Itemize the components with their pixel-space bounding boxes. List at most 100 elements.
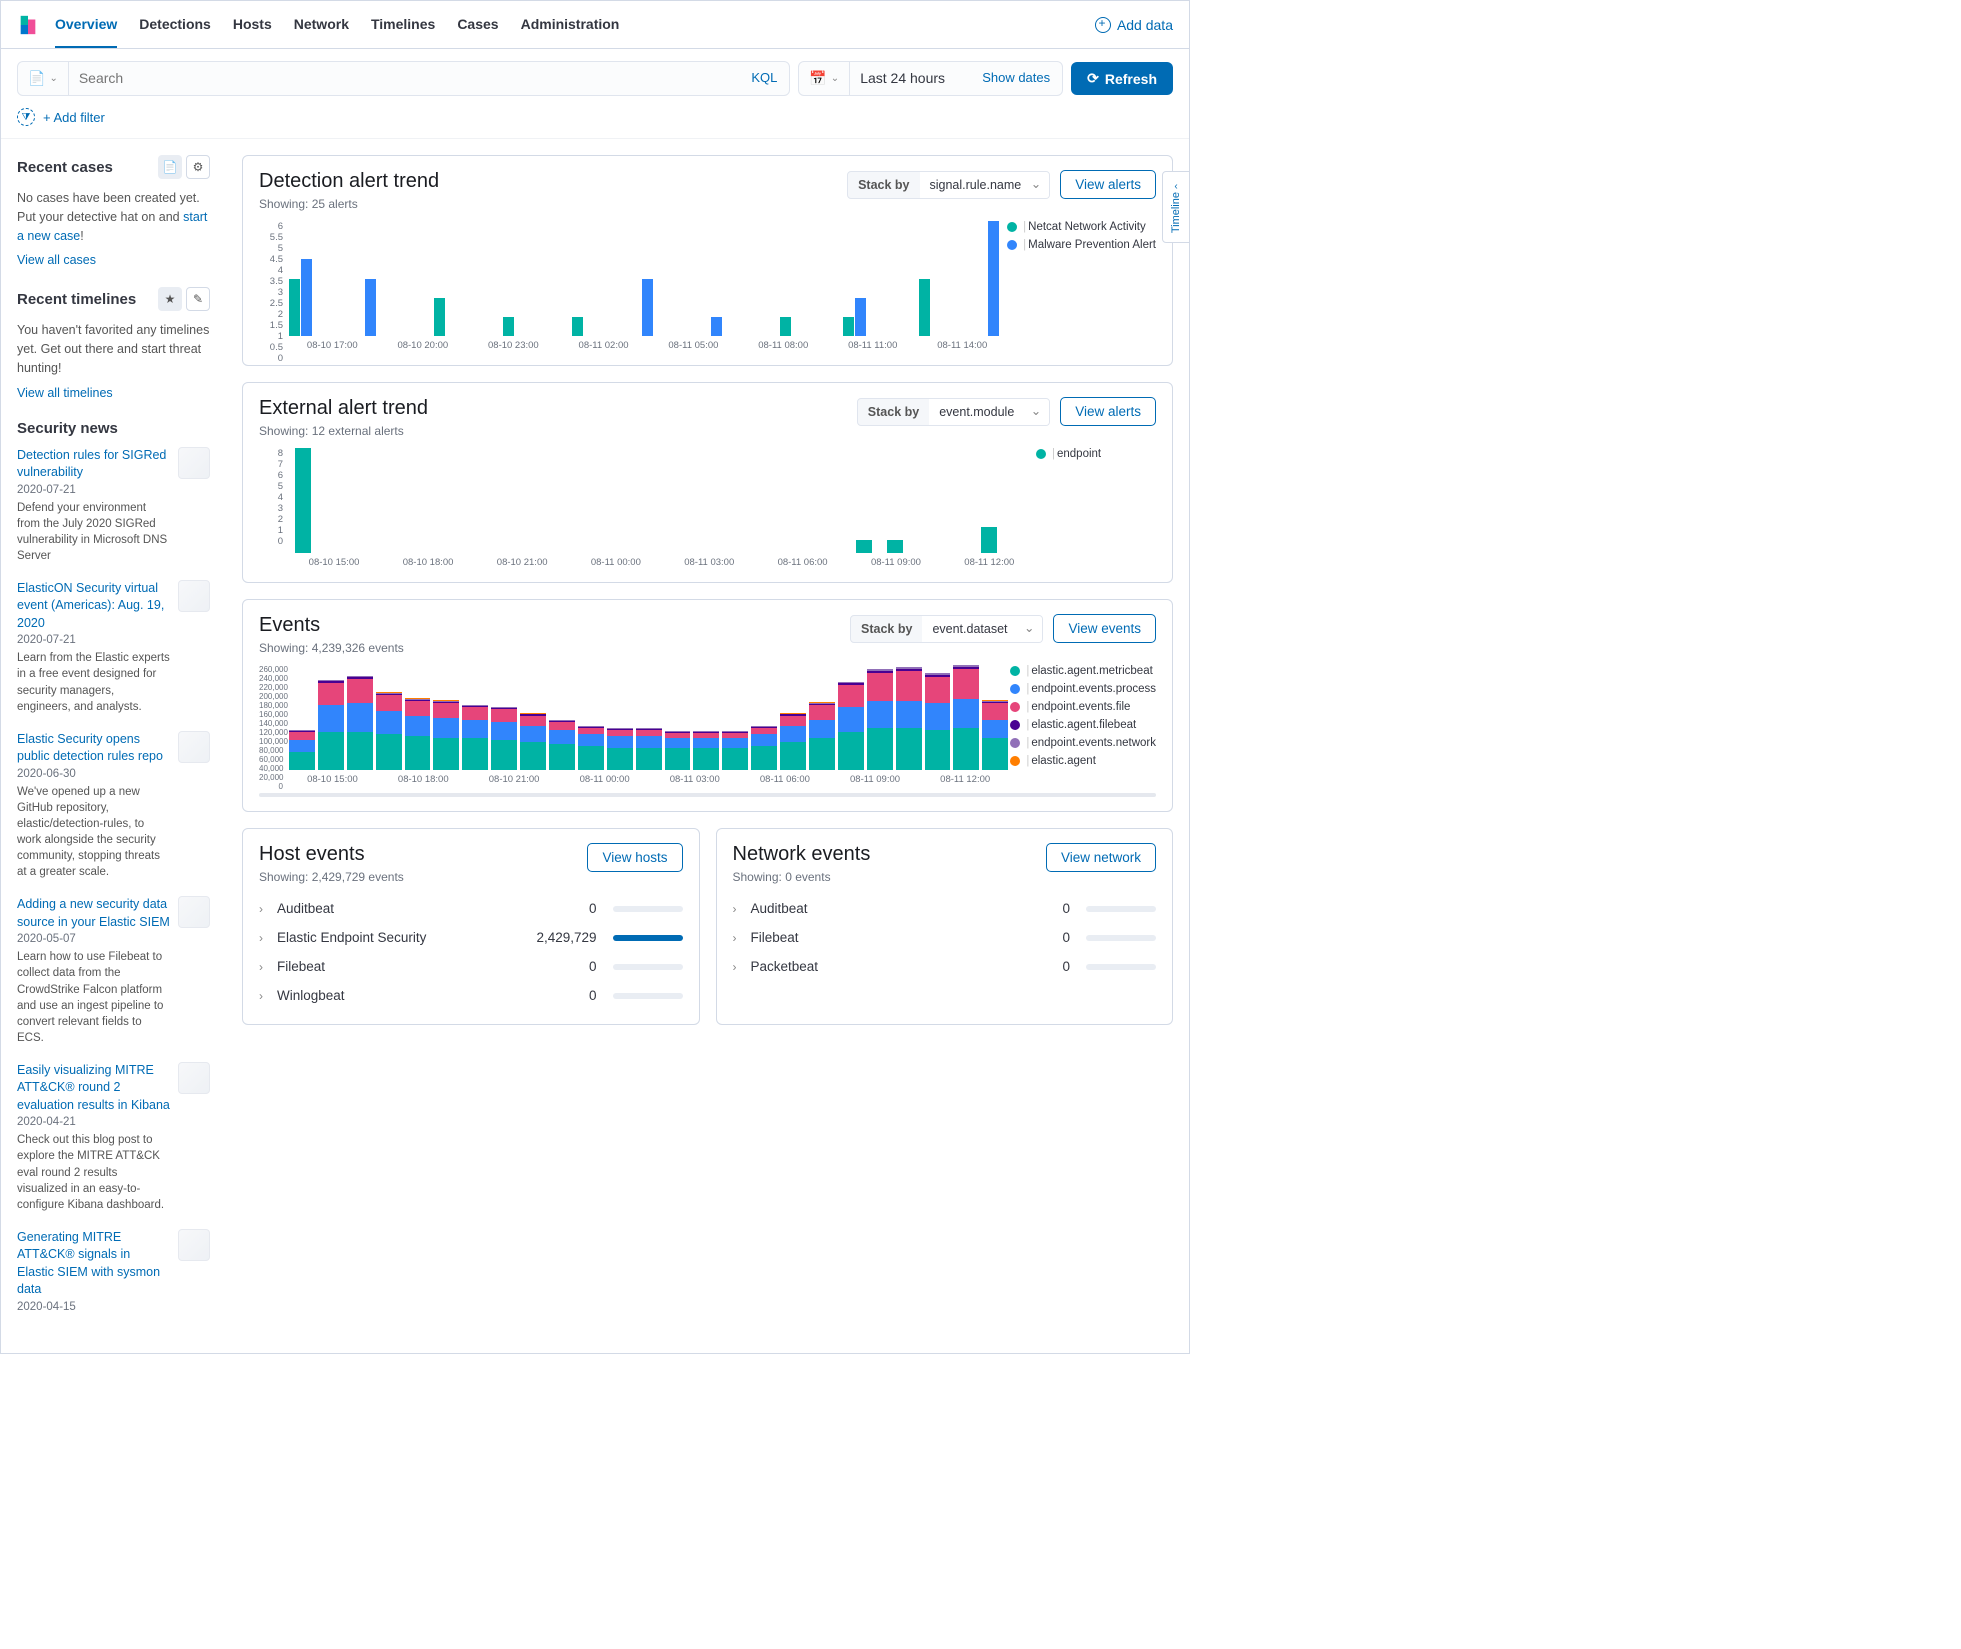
security-news-title: Security news [17,420,118,437]
chevron-right-icon: › [733,931,743,945]
recent-cases-title: Recent cases [17,159,113,176]
news-link[interactable]: Elastic Security opens public detection … [17,731,170,766]
source-row[interactable]: › Filebeat 0 [733,923,1157,952]
filter-options-icon[interactable]: ⧩ [17,108,35,126]
legend-item[interactable]: |endpoint [1036,448,1156,460]
tab-administration[interactable]: Administration [521,2,620,48]
news-link[interactable]: Detection rules for SIGRed vulnerability [17,447,170,482]
source-row[interactable]: › Auditbeat 0 [259,894,683,923]
news-thumbnail [178,1229,210,1261]
plus-circle-icon [1095,17,1111,33]
view-events-button[interactable]: View events [1053,614,1156,643]
view-network-button[interactable]: View network [1046,843,1156,872]
detection-stackby-select[interactable]: signal.rule.name [920,172,1050,198]
news-item: ElasticON Security virtual event (Americ… [17,580,210,715]
view-all-timelines-link[interactable]: View all timelines [17,386,210,400]
news-item: Detection rules for SIGRed vulnerability… [17,447,210,564]
network-events-panel: Network events Showing: 0 events View ne… [716,828,1174,1025]
progress-bar [613,993,683,999]
tab-overview[interactable]: Overview [55,2,117,48]
refresh-button[interactable]: ⟳Refresh [1071,62,1173,95]
news-item: Easily visualizing MITRE ATT&CK® round 2… [17,1062,210,1213]
add-filter-button[interactable]: + Add filter [43,110,105,125]
chevron-right-icon: › [259,902,269,916]
legend-item[interactable]: |Malware Prevention Alert [1007,239,1156,251]
time-range-button[interactable]: Last 24 hours [850,62,970,95]
news-link[interactable]: Easily visualizing MITRE ATT&CK® round 2… [17,1062,170,1115]
search-input[interactable] [69,62,740,95]
legend-item[interactable]: |endpoint.events.process [1010,683,1156,695]
source-row[interactable]: › Winlogbeat 0 [259,981,683,1010]
chevron-right-icon: › [259,931,269,945]
detection-subtitle: Showing: 25 alerts [259,197,439,211]
news-thumbnail [178,1062,210,1094]
source-row[interactable]: › Filebeat 0 [259,952,683,981]
chevron-right-icon: › [259,960,269,974]
view-all-cases-link[interactable]: View all cases [17,253,210,267]
news-link[interactable]: Adding a new security data source in you… [17,896,170,931]
chevron-right-icon: › [733,902,743,916]
news-link[interactable]: ElasticON Security virtual event (Americ… [17,580,170,633]
detection-title: Detection alert trend [259,170,439,193]
external-title: External alert trend [259,397,428,420]
events-subtitle: Showing: 4,239,326 events [259,641,404,655]
legend-item[interactable]: |elastic.agent.filebeat [1010,719,1156,731]
source-row[interactable]: › Elastic Endpoint Security 2,429,729 [259,923,683,952]
recent-cases-text: No cases have been created yet. Put your… [17,189,210,245]
events-panel: Events Showing: 4,239,326 events Stack b… [242,599,1173,812]
recent-timelines-text: You haven't favorited any timelines yet.… [17,321,210,377]
progress-bar [1086,964,1156,970]
host-events-panel: Host events Showing: 2,429,729 events Vi… [242,828,700,1025]
legend-item[interactable]: |Netcat Network Activity [1007,221,1156,233]
events-title: Events [259,614,404,637]
date-quick-button[interactable]: 📅⌄ [799,62,850,95]
external-trend-panel: External alert trend Showing: 12 externa… [242,382,1173,583]
news-link[interactable]: Generating MITRE ATT&CK® signals in Elas… [17,1229,170,1299]
app-logo-icon [17,14,39,36]
news-item: Elastic Security opens public detection … [17,731,210,881]
kql-button[interactable]: KQL [739,62,789,95]
refresh-icon: ⟳ [1087,70,1099,87]
tab-cases[interactable]: Cases [457,2,498,48]
news-thumbnail [178,731,210,763]
chevron-right-icon: › [733,960,743,974]
cases-config-icon[interactable]: ⚙ [186,155,210,179]
edit-icon[interactable]: ✎ [186,287,210,311]
progress-bar [1086,906,1156,912]
favorite-icon[interactable]: ★ [158,287,182,311]
search-options-button[interactable]: 📄⌄ [18,62,69,95]
tab-network[interactable]: Network [294,2,349,48]
news-thumbnail [178,580,210,612]
view-alerts-button[interactable]: View alerts [1060,397,1156,426]
legend-item[interactable]: |endpoint.events.file [1010,701,1156,713]
legend-scrollbar[interactable] [259,793,1156,797]
search-bar: 📄⌄ KQL [17,61,790,96]
view-alerts-button[interactable]: View alerts [1060,170,1156,199]
news-item: Generating MITRE ATT&CK® signals in Elas… [17,1229,210,1317]
cases-add-icon[interactable]: 📄 [158,155,182,179]
events-stackby-select[interactable]: event.dataset [922,616,1042,642]
source-row[interactable]: › Packetbeat 0 [733,952,1157,981]
tab-timelines[interactable]: Timelines [371,2,435,48]
recent-timelines-title: Recent timelines [17,291,136,308]
news-thumbnail [178,447,210,479]
show-dates-button[interactable]: Show dates [970,62,1062,95]
source-row[interactable]: › Auditbeat 0 [733,894,1157,923]
progress-bar [613,906,683,912]
legend-item[interactable]: |elastic.agent.metricbeat [1010,665,1156,677]
view-hosts-button[interactable]: View hosts [587,843,682,872]
progress-bar [1086,935,1156,941]
detection-trend-panel: Detection alert trend Showing: 25 alerts… [242,155,1173,366]
tab-hosts[interactable]: Hosts [233,2,272,48]
external-stackby-select[interactable]: event.module [929,399,1049,425]
legend-item[interactable]: |elastic.agent [1010,755,1156,767]
timeline-flyout-button[interactable]: ‹ Timeline [1162,171,1190,243]
add-data-button[interactable]: Add data [1095,17,1173,33]
external-subtitle: Showing: 12 external alerts [259,424,428,438]
progress-bar [613,935,683,941]
legend-item[interactable]: |endpoint.events.network [1010,737,1156,749]
tab-detections[interactable]: Detections [139,2,211,48]
news-item: Adding a new security data source in you… [17,896,210,1046]
chevron-right-icon: › [259,989,269,1003]
progress-bar [613,964,683,970]
